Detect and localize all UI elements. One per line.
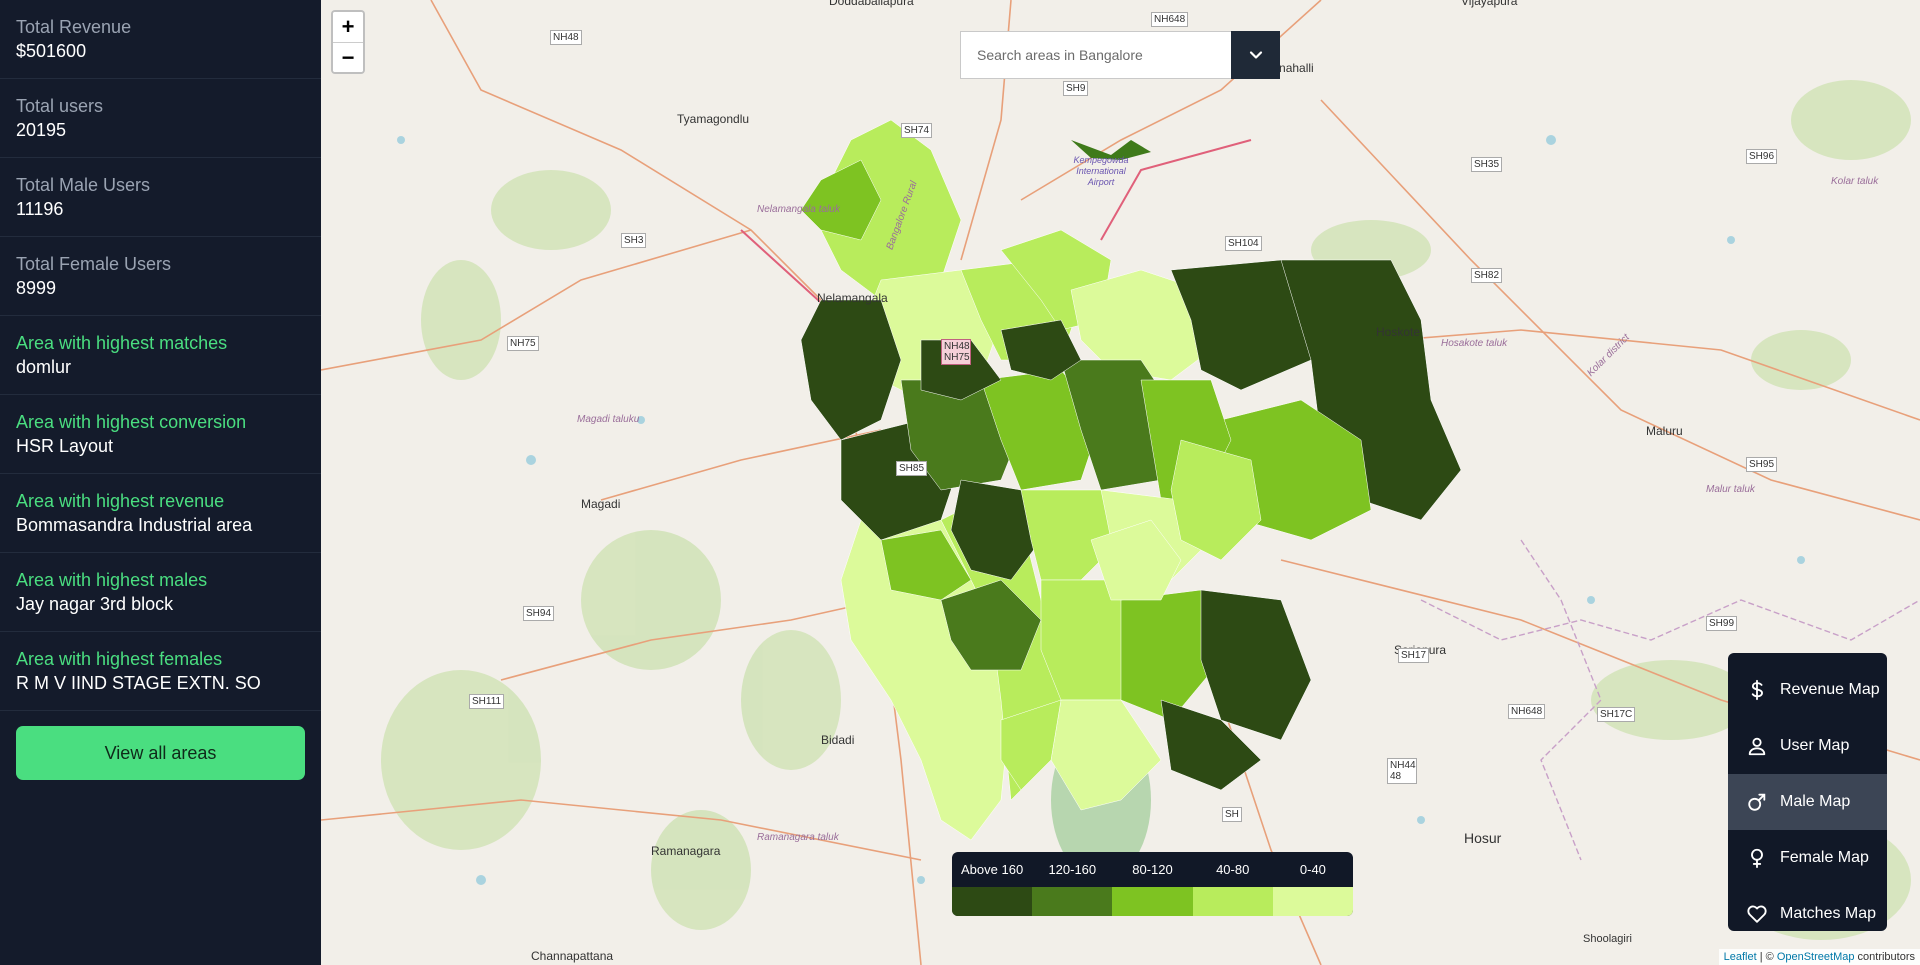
stat-total-male-users: Total Male Users 11196	[0, 158, 321, 237]
zoom-control: + −	[331, 10, 365, 74]
female-map-button[interactable]: Female Map	[1728, 830, 1887, 886]
leaflet-link[interactable]: Leaflet	[1724, 951, 1757, 963]
stat-label: Total Female Users	[16, 254, 172, 274]
menu-label: Matches Map	[1780, 905, 1877, 922]
search-input[interactable]	[960, 31, 1231, 79]
stat-value: 11196	[16, 199, 64, 219]
user-map-button[interactable]: User Map	[1728, 718, 1887, 774]
stat-value: $501600	[16, 41, 87, 61]
legend-swatch	[952, 887, 1033, 916]
stat-total-users: Total users 20195	[0, 79, 321, 158]
stat-highest-conversion: Area with highest conversion HSR Layout	[0, 395, 321, 474]
menu-label: Revenue Map	[1780, 681, 1880, 698]
stat-total-revenue: Total Revenue $501600	[0, 0, 321, 79]
stat-label: Area with highest females	[16, 649, 223, 669]
revenue-map-button[interactable]: Revenue Map	[1728, 662, 1887, 718]
stat-value: R M V IIND STAGE EXTN. SO	[16, 673, 261, 693]
legend-label: 40-80	[1216, 862, 1250, 877]
female-icon	[1751, 848, 1763, 869]
stat-value: 8999	[16, 278, 57, 298]
sidebar: Total Revenue $501600 Total users 20195 …	[0, 0, 321, 965]
dollar-icon	[1751, 679, 1763, 701]
zoom-in-button[interactable]: +	[333, 12, 363, 42]
map-canvas[interactable]: Doddaballapura Vijayapura Devanahalli Ty…	[321, 0, 1920, 965]
matches-map-button[interactable]: Matches Map	[1728, 886, 1887, 931]
map-attribution: Leaflet | © OpenStreetMap contributors	[1718, 949, 1920, 965]
male-map-button[interactable]: Male Map	[1728, 774, 1887, 830]
stat-label: Area with highest males	[16, 570, 208, 590]
male-icon	[1748, 793, 1766, 811]
zoom-out-button[interactable]: −	[333, 42, 363, 72]
view-all-areas-button[interactable]: View all areas	[16, 726, 305, 780]
legend-swatch	[1272, 887, 1353, 916]
stat-value: HSR Layout	[16, 436, 114, 456]
legend-label: 0-40	[1299, 862, 1326, 877]
heart-icon	[1747, 905, 1767, 923]
attribution-suffix: contributors	[1854, 951, 1915, 963]
area-search	[960, 31, 1280, 79]
osm-link[interactable]: OpenStreetMap	[1777, 951, 1855, 963]
stat-label: Total Revenue	[16, 17, 132, 37]
attribution-sep: | ©	[1756, 951, 1777, 963]
user-icon	[1748, 737, 1766, 756]
search-dropdown-button[interactable]	[1231, 31, 1280, 79]
map-type-menu: Revenue Map User Map Male Map Female Map…	[1728, 653, 1887, 931]
stat-value: Bommasandra Industrial area	[16, 515, 253, 535]
legend-swatch	[1112, 887, 1193, 916]
stat-value: Jay nagar 3rd block	[16, 594, 174, 614]
stat-label: Area with highest conversion	[16, 412, 247, 432]
menu-label: Female Map	[1780, 849, 1869, 866]
stat-label: Area with highest revenue	[16, 491, 225, 511]
stat-highest-revenue: Area with highest revenue Bommasandra In…	[0, 474, 321, 553]
menu-label: User Map	[1780, 737, 1850, 754]
stat-value: 20195	[16, 120, 67, 140]
legend-swatch	[1192, 887, 1273, 916]
legend-label: 80-120	[1132, 862, 1173, 877]
stat-highest-males: Area with highest males Jay nagar 3rd bl…	[0, 553, 321, 632]
legend-label: Above 160	[961, 862, 1024, 877]
stat-highest-females: Area with highest females R M V IIND STA…	[0, 632, 321, 711]
stat-total-female-users: Total Female Users 8999	[0, 237, 321, 316]
stat-label: Total users	[16, 96, 104, 116]
chevron-down-icon	[1249, 51, 1262, 59]
legend-swatch	[1032, 887, 1113, 916]
stat-highest-matches: Area with highest matches domlur	[0, 316, 321, 395]
stat-label: Area with highest matches	[16, 333, 228, 353]
stat-label: Total Male Users	[16, 175, 151, 195]
stat-value: domlur	[16, 357, 72, 377]
menu-label: Male Map	[1780, 793, 1851, 810]
map-legend: Above 160 120-160 80-120 40-80 0-40	[952, 852, 1353, 916]
legend-label: 120-160	[1048, 862, 1097, 877]
base-map	[321, 0, 1920, 965]
